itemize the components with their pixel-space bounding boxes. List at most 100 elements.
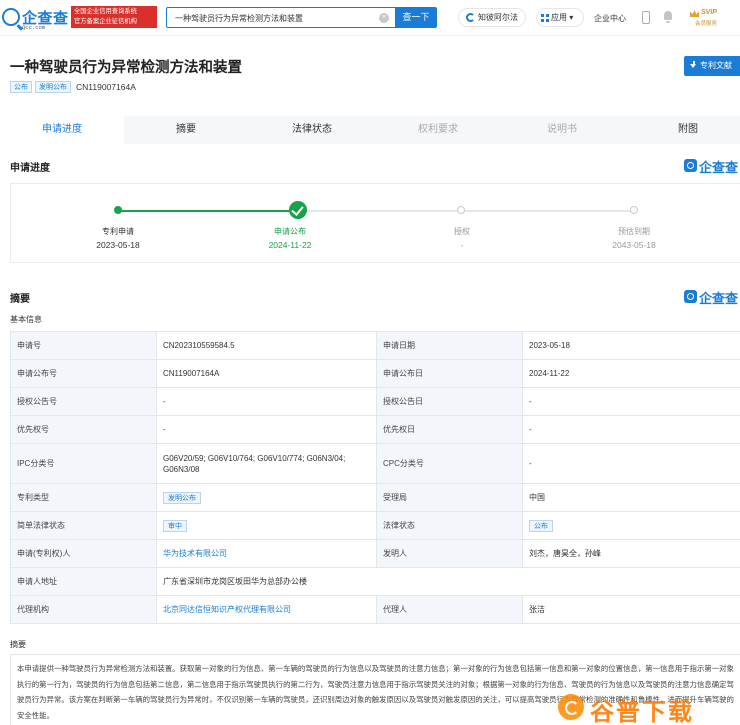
patent-type-cell: 发明公布 [156, 483, 377, 512]
status-badge: 公布 [10, 81, 32, 93]
credit-badge-line2: 官方备案企业征信机构 [74, 18, 137, 25]
table-key: 受理局 [376, 483, 523, 512]
search-button[interactable]: 查一下 [395, 7, 437, 28]
table-row: 优先权号 - 优先权日 - [10, 415, 740, 444]
step-dot-granted [457, 206, 465, 214]
qcc-brand-mark-2: 企查查 [684, 288, 740, 306]
check-circle-icon [289, 201, 307, 219]
credit-badge-line1: 全国企业信用查询系统 [74, 8, 137, 15]
application-progress-timeline: 专利申请 2023-05-18 申请公布 2024-11-22 授权 - 预估到… [10, 183, 740, 263]
publication-number-value: CN119007164A [156, 359, 377, 388]
table-key: 申请公布日 [376, 359, 523, 388]
law-alpha-label: 知彼阿尔法 [478, 13, 518, 22]
search-input-value: 一种驾驶员行为异常检测方法和装置 [175, 14, 303, 23]
progress-line-pending [299, 210, 633, 212]
download-site-watermark: 谷普下载 [556, 690, 740, 725]
tab-application-progress[interactable]: 申请进度 [0, 116, 124, 144]
step-label-expiry: 预估到期 [618, 227, 650, 236]
qcc-logo[interactable]: 企查查 Qcc.com [2, 6, 70, 31]
patent-document-label: 专利文献 [700, 61, 732, 70]
step-date-published: 2024-11-22 [268, 240, 312, 250]
applicant-address-value: 广东省深圳市龙岗区坂田华为总部办公楼 [156, 567, 740, 596]
watermark-text: 谷普下载 [590, 699, 694, 725]
table-key: 优先权日 [376, 415, 523, 444]
svip-sublabel: 会员服务 [695, 21, 718, 27]
application-date: 2023-05-18 [522, 331, 740, 360]
page-title: 一种驾驶员行为异常检测方法和装置 [10, 60, 242, 76]
table-row: 授权公告号 - 授权公告日 - [10, 387, 740, 416]
table-key: 专利类型 [10, 483, 157, 512]
clear-icon[interactable]: × [379, 13, 389, 23]
priority-date-value: - [522, 415, 740, 444]
mobile-phone-icon[interactable] [642, 11, 650, 24]
step-label-granted: 授权 [454, 227, 470, 236]
progress-section-title: 申请进度 [10, 163, 50, 174]
application-number: CN202310559584.5 [156, 331, 377, 360]
table-row: 申请(专利权)人 华为技术有限公司 发明人 刘杰，唐昊全，孙峰 [10, 539, 740, 568]
step-dot-filed [114, 206, 122, 214]
legal-status-badge: 公布 [529, 519, 553, 532]
chevron-down-icon: ▾ [567, 13, 574, 22]
publication-number: CN119007164A [76, 82, 136, 92]
table-key: 代理人 [376, 595, 523, 624]
simple-legal-status-badge: 审中 [163, 519, 187, 532]
tab-drawings[interactable]: 附图 [626, 116, 740, 144]
step-label-published: 申请公布 [274, 227, 306, 236]
inventors-value: 刘杰，唐昊全，孙峰 [522, 539, 740, 568]
table-row: 专利类型 发明公布 受理局 中国 [10, 483, 740, 512]
table-key: IPC分类号 [10, 443, 157, 484]
agency-link[interactable]: 北京同达信恒知识产权代理有限公司 [156, 595, 377, 624]
table-key: 申请公布号 [10, 359, 157, 388]
legal-status-cell: 公布 [522, 511, 740, 540]
step-dot-expiry [630, 206, 638, 214]
search-input[interactable]: 一种驾驶员行为异常检测方法和装置 × [166, 7, 396, 28]
priority-number-value: - [156, 415, 377, 444]
simple-legal-status-cell: 审中 [156, 511, 377, 540]
receiving-office-value: 中国 [522, 483, 740, 512]
step-date-granted: - [460, 240, 464, 250]
download-icon [690, 61, 697, 69]
table-key: 授权公告号 [10, 387, 157, 416]
tab-legal-status[interactable]: 法律状态 [250, 116, 374, 144]
credit-system-badge[interactable]: 全国企业信用查询系统 官方备案企业征信机构 [71, 6, 157, 28]
law-alpha-link[interactable]: 知彼阿尔法 [458, 8, 526, 27]
enterprise-center-link[interactable]: 企业中心 [594, 13, 626, 24]
basic-info-table: 申请号 CN202310559584.5 申请日期 2023-05-18 申请公… [10, 331, 740, 624]
step-date-expiry: 2043-05-18 [612, 240, 656, 250]
bell-icon[interactable] [663, 11, 673, 23]
table-row: 申请人地址 广东省深圳市龙岗区坂田华为总部办公楼 [10, 567, 740, 596]
table-row: 简单法律状态 审中 法律状态 公布 [10, 511, 740, 540]
patent-tag-row: 公布 发明公布 CN119007164A [10, 81, 136, 94]
progress-line-done [121, 210, 299, 212]
table-key: 申请号 [10, 331, 157, 360]
watermark-logo-icon [558, 694, 584, 720]
summary-section-title: 摘要 [10, 294, 30, 305]
table-key: 申请人地址 [10, 567, 157, 596]
table-key: CPC分类号 [376, 443, 523, 484]
ipc-classification-value: G06V20/59; G06V10/764; G06V10/774; G06N3… [156, 443, 377, 484]
qcc-brand-text: 企查查 [699, 291, 739, 306]
qcc-brand-text: 企查查 [699, 160, 739, 175]
tab-description: 说明书 [547, 124, 577, 135]
table-key: 代理机构 [10, 595, 157, 624]
magnifier-logo-icon [2, 8, 20, 26]
svip-membership-link[interactable]: SVIP 会员服务 [688, 8, 728, 28]
grant-date-value: - [522, 387, 740, 416]
table-key: 简单法律状态 [10, 511, 157, 540]
patent-document-button[interactable]: 专利文献 [684, 56, 740, 76]
table-row: 申请号 CN202310559584.5 申请日期 2023-05-18 [10, 331, 740, 360]
apps-menu[interactable]: 应用 ▾ [536, 8, 584, 27]
table-row: 代理机构 北京同达信恒知识产权代理有限公司 代理人 张洁 [10, 595, 740, 624]
crown-icon [690, 10, 699, 17]
apps-menu-label: 应用 [551, 13, 567, 22]
svip-label: SVIP [701, 9, 717, 16]
table-row: 申请公布号 CN119007164A 申请公布日 2024-11-22 [10, 359, 740, 388]
step-label-filed: 专利申请 [102, 227, 134, 236]
top-navigation-bar: 企查查 Qcc.com 全国企业信用查询系统 官方备案企业征信机构 一种驾驶员行… [0, 0, 740, 36]
agent-value: 张洁 [522, 595, 740, 624]
tab-abstract[interactable]: 摘要 [124, 116, 248, 144]
table-key: 发明人 [376, 539, 523, 568]
basic-info-label: 基本信息 [10, 315, 42, 324]
applicant-link[interactable]: 华为技术有限公司 [156, 539, 377, 568]
alpha-logo-icon [466, 13, 475, 23]
